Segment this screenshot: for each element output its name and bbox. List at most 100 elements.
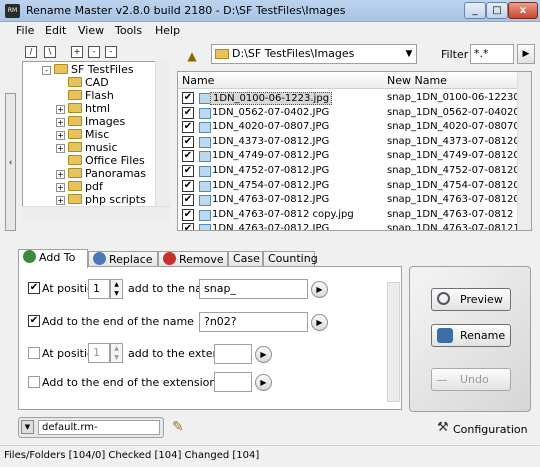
row-checkbox[interactable]: ✔ (182, 208, 194, 221)
row-checkbox[interactable]: ✔ (182, 135, 194, 148)
table-row[interactable]: ✔ 1DN_4754-07-0812.JPG snap_1DN_4754-07-08… (178, 179, 531, 194)
tree-collapse-all-button[interactable]: - (105, 46, 117, 58)
table-row[interactable]: ✔ 1DN_4763-07-0812.JPG snap_1DN_4763-07-08… (178, 193, 531, 208)
prefix-go-button[interactable]: ▶ (311, 281, 328, 298)
suffix-input[interactable]: ?n02? (199, 312, 308, 332)
menu-help[interactable]: Help (155, 24, 180, 37)
file-name: 1DN_4752-07-0812.JPG (212, 165, 330, 176)
tree-toolbar: / \ + - - (25, 44, 175, 60)
at-position-name-checkbox[interactable]: ✔ (28, 282, 40, 294)
end-of-extension-checkbox[interactable] (28, 376, 40, 388)
table-row[interactable]: ✔ 1DN_4752-07-0812.JPG snap_1DN_4752-07-08… (178, 164, 531, 179)
undo-icon (437, 372, 447, 381)
position-extension-spin-buttons[interactable]: ▲ ▼ (110, 343, 123, 363)
tree-view-button[interactable]: / (25, 46, 37, 58)
row-checkbox[interactable]: ✔ (182, 223, 194, 230)
preview-button[interactable]: Preview (431, 288, 511, 311)
file-list[interactable]: Name New Name ✔ 1DN_0100-06-1223.jpg snap_… (177, 71, 532, 231)
filter-input[interactable]: *.* (470, 44, 514, 64)
row-checkbox[interactable]: ✔ (182, 150, 194, 163)
tree-expander-icon[interactable]: + (56, 131, 65, 140)
preset-dropdown-button[interactable]: ▼ (21, 420, 34, 434)
tree-expander-icon[interactable]: + (56, 196, 65, 205)
menu-tools[interactable]: Tools (115, 24, 142, 37)
table-row[interactable]: ✔ 1DN_4763-07-0812.JPG snap_1DN_4763-07-08… (178, 222, 531, 230)
file-name: 1DN_4754-07-0812.JPG (212, 179, 330, 191)
extension-prefix-input[interactable] (214, 344, 252, 364)
tab-add-to[interactable]: Add To (18, 249, 88, 268)
menu-file[interactable]: File (16, 24, 34, 37)
tab-remove[interactable]: Remove (158, 251, 228, 267)
column-name[interactable]: Name (182, 74, 214, 87)
row-checkbox[interactable]: ✔ (182, 106, 194, 119)
position-name-spinner[interactable]: 1 (88, 279, 110, 299)
tree-parent-button[interactable]: \ (44, 46, 56, 58)
tree-expander-icon[interactable]: + (56, 144, 65, 153)
filter-apply-button[interactable]: ▶ (517, 44, 535, 64)
tree-item-label: CAD (85, 76, 109, 89)
preset-input[interactable]: default.rm- (38, 420, 160, 435)
extension-suffix-go-button[interactable]: ▶ (255, 374, 272, 391)
tree-item[interactable]: - SF TestFiles (42, 63, 134, 76)
tree-item[interactable]: + html (56, 102, 110, 115)
tree-expander-icon[interactable]: + (56, 170, 65, 179)
tree-expander-icon[interactable]: + (56, 118, 65, 127)
position-name-spin-buttons[interactable]: ▲ ▼ (110, 279, 123, 299)
tree-collapse-button[interactable]: - (88, 46, 100, 58)
path-combobox[interactable]: D:\SF TestFiles\Images (211, 44, 417, 64)
tree-expander-icon[interactable]: + (56, 183, 65, 192)
menu-edit[interactable]: Edit (45, 24, 66, 37)
tab-counting[interactable]: Counting (263, 251, 318, 267)
row-checkbox[interactable]: ✔ (182, 121, 194, 134)
tree-expander-icon[interactable]: + (56, 105, 65, 114)
tree-expand-button[interactable]: + (71, 46, 83, 58)
tree-item[interactable]: Office Files (56, 154, 145, 167)
table-row[interactable]: ✔ 1DN_4749-07-0812.JPG snap_1DN_4749-07-08… (178, 149, 531, 164)
table-row[interactable]: ✔ 1DN_4020-07-0807.JPG snap_1DN_4020-07-08… (178, 120, 531, 135)
column-new-name[interactable]: New Name (387, 74, 447, 87)
undo-button[interactable]: Undo (431, 368, 511, 391)
row-checkbox[interactable]: ✔ (182, 179, 194, 192)
tree-item[interactable]: + php scripts (56, 193, 146, 206)
minimize-button[interactable]: _ (464, 2, 486, 19)
table-row[interactable]: ✔ 1DN_0100-06-1223.jpg snap_1DN_0100-06-12… (178, 91, 531, 106)
tree-item[interactable]: + Panoramas (56, 167, 146, 180)
menu-view[interactable]: View (78, 24, 104, 37)
row-checkbox[interactable]: ✔ (182, 92, 194, 104)
at-position-extension-checkbox[interactable] (28, 347, 40, 359)
app-icon: RM (5, 4, 20, 18)
prefix-input[interactable]: snap_ (199, 279, 308, 299)
close-button[interactable]: x (508, 2, 538, 19)
suffix-go-button[interactable]: ▶ (311, 314, 328, 331)
row-checkbox[interactable]: ✔ (182, 165, 194, 177)
row-checkbox[interactable]: ✔ (182, 194, 194, 207)
tree-vertical-scrollbar[interactable] (155, 61, 170, 221)
tree-item[interactable]: + Images (56, 115, 125, 128)
end-of-name-checkbox[interactable]: ✔ (28, 315, 40, 327)
table-row[interactable]: ✔ 1DN_4373-07-0812.JPG snap_1DN_4373-07-08… (178, 135, 531, 150)
tree-horizontal-scrollbar[interactable] (22, 206, 170, 221)
options-vertical-scrollbar[interactable] (387, 282, 400, 402)
tree-item[interactable]: Flash (56, 89, 114, 102)
chevron-down-icon[interactable]: ▼ (401, 44, 417, 64)
list-vertical-scrollbar[interactable] (517, 72, 531, 230)
table-row[interactable]: ✔ 1DN_4763-07-0812 copy.jpg snap_1DN_4763-… (178, 208, 531, 223)
up-folder-icon[interactable]: ▲ (183, 48, 201, 64)
tree-item[interactable]: + Misc (56, 128, 109, 141)
collapse-panel-handle[interactable]: ‹ (5, 93, 16, 231)
tree-item[interactable]: CAD (56, 76, 109, 89)
table-row[interactable]: ✔ 1DN_0562-07-0402.JPG snap_1DN_0562-07-04… (178, 106, 531, 121)
tab-case[interactable]: Case (228, 251, 263, 267)
tree-item[interactable]: + pdf (56, 180, 103, 193)
brush-icon[interactable]: ✎ (172, 418, 188, 436)
maximize-button[interactable]: □ (486, 2, 508, 19)
rename-button[interactable]: Rename (431, 324, 511, 347)
tab-replace[interactable]: Replace (88, 251, 158, 267)
folder-tree[interactable]: - SF TestFiles CAD Flash + html + Images + Misc + m… (22, 61, 170, 221)
position-extension-spinner[interactable]: 1 (88, 343, 110, 363)
tree-expander-icon[interactable]: - (42, 66, 51, 75)
tree-item[interactable]: + music (56, 141, 118, 154)
extension-suffix-input[interactable] (214, 372, 252, 392)
extension-prefix-go-button[interactable]: ▶ (255, 346, 272, 363)
file-new-name: snap_1DN_4754-07-081207.JPG (387, 179, 532, 191)
